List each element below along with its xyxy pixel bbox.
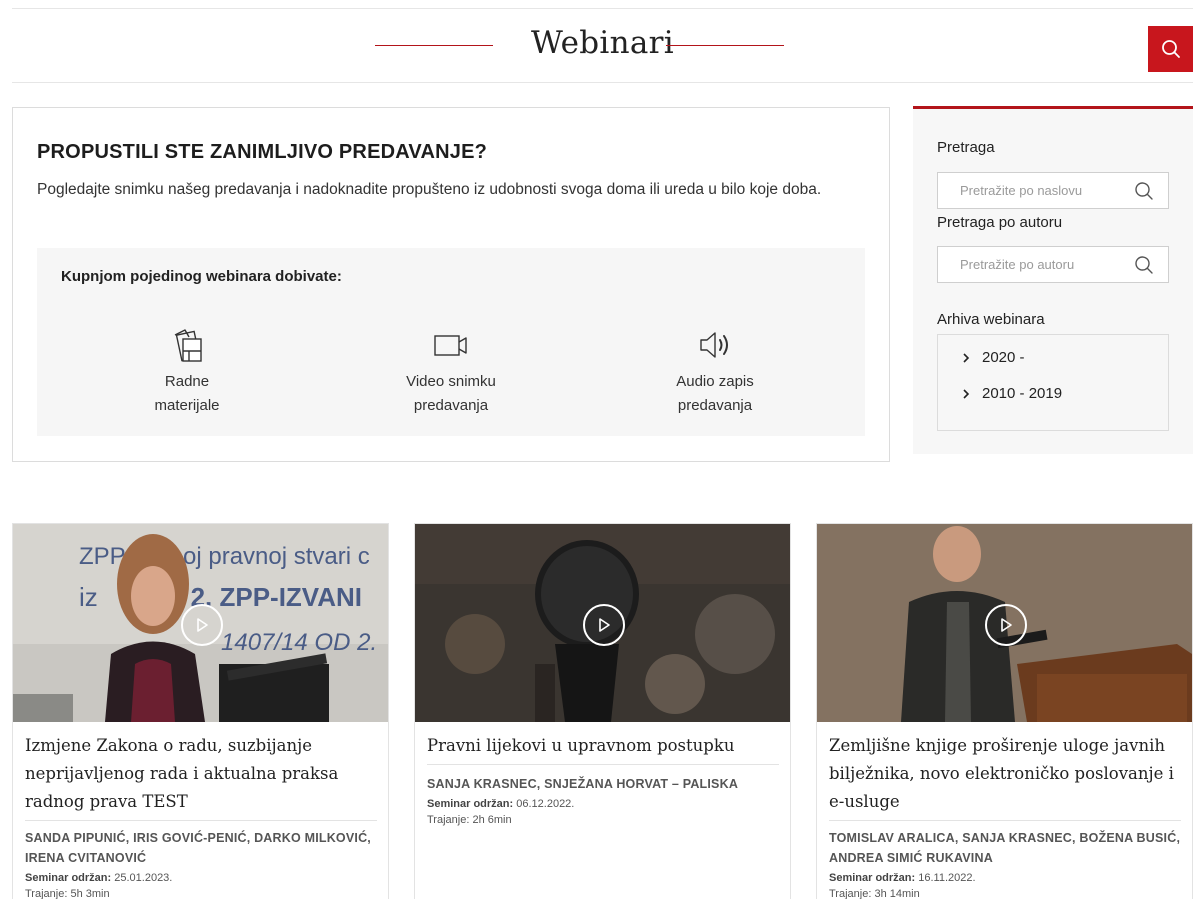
webinar-date: Seminar održan: 25.01.2023. xyxy=(25,870,172,886)
webinar-duration: Trajanje: 5h 3min xyxy=(25,888,110,899)
webinar-card[interactable]: Pravni lijekovi u upravnom postupku SANJ… xyxy=(414,523,791,899)
page-header: Webinari xyxy=(12,8,1193,83)
card-divider xyxy=(25,820,377,821)
benefits-panel: Kupnjom pojedinog webinara dobivate: Rad… xyxy=(37,248,865,436)
play-button[interactable] xyxy=(583,604,625,646)
sidebar: Pretraga Pretraga po autoru Arhiva webin… xyxy=(913,106,1193,454)
benefit-video: Video snimku predavanja xyxy=(371,328,531,418)
archive-item-2020[interactable]: 2020 - xyxy=(962,349,1025,366)
slide-text: oj pravnoj stvari c xyxy=(183,543,370,570)
search-icon[interactable] xyxy=(1134,255,1154,275)
benefit-label-line2: predavanja xyxy=(413,397,489,414)
card-divider xyxy=(829,820,1181,821)
webinar-duration: Trajanje: 2h 6min xyxy=(427,814,512,826)
webinar-duration: Trajanje: 3h 14min xyxy=(829,888,920,899)
benefit-label-line1: Radne xyxy=(164,373,210,390)
slide-text: 1407/14 OD 2. xyxy=(221,629,377,656)
play-button[interactable] xyxy=(985,604,1027,646)
slide-text: iz xyxy=(79,582,98,612)
held-label: Seminar održan: xyxy=(829,872,916,884)
play-icon xyxy=(599,618,610,632)
archive-label: Arhiva webinara xyxy=(937,311,1045,328)
webinar-authors: SANDA PIPUNIĆ, IRIS GOVIĆ-PENIĆ, DARKO M… xyxy=(25,831,371,865)
promo-text: Pogledajte snimku našeg predavanja i nad… xyxy=(37,181,822,198)
author-search-box xyxy=(937,246,1169,283)
benefit-label-line1: Video snimku xyxy=(406,373,496,390)
video-camera-icon xyxy=(434,335,467,356)
held-date: 06.12.2022. xyxy=(516,798,575,810)
archive-item-label: 2010 - 2019 xyxy=(982,385,1063,402)
webinar-title[interactable]: Zemljišne knjige proširenje uloge javnih… xyxy=(829,732,1184,816)
promo-box: PROPUSTILI STE ZANIMLJIVO PREDAVANJE? Po… xyxy=(12,107,890,462)
webinar-title[interactable]: Izmjene Zakona o radu, suzbijanje neprij… xyxy=(25,732,380,816)
play-button[interactable] xyxy=(181,604,223,646)
webinar-thumbnail[interactable] xyxy=(415,524,790,722)
slide-text: ZPP xyxy=(79,543,126,570)
search-label: Pretraga xyxy=(937,139,995,156)
title-search-box xyxy=(937,172,1169,209)
page-title: Webinari xyxy=(530,25,675,61)
archive-item-2010-2019[interactable]: 2010 - 2019 xyxy=(962,385,1062,402)
webinar-title[interactable]: Pravni lijekovi u upravnom postupku xyxy=(427,732,782,760)
held-label: Seminar održan: xyxy=(427,798,514,810)
play-icon xyxy=(197,618,208,632)
speaker-icon xyxy=(700,332,728,358)
webinar-date: Seminar održan: 16.11.2022. xyxy=(829,870,976,886)
benefits-heading: Kupnjom pojedinog webinara dobivate: xyxy=(61,268,342,285)
title-search-input[interactable] xyxy=(960,183,1140,198)
webinar-date: Seminar održan: 06.12.2022. xyxy=(427,796,574,812)
held-label: Seminar održan: xyxy=(25,872,112,884)
promo-heading: PROPUSTILI STE ZANIMLJIVO PREDAVANJE? xyxy=(37,141,488,163)
webinar-thumbnail[interactable]: ZPP oj pravnoj stvari c iz st. 2. ZPP-IZ… xyxy=(13,524,388,722)
benefit-audio: Audio zapis predavanja xyxy=(635,328,795,418)
webinar-card[interactable]: Zemljišne knjige proširenje uloge javnih… xyxy=(816,523,1193,899)
card-divider xyxy=(427,764,779,765)
webinar-thumbnail[interactable] xyxy=(817,524,1192,722)
documents-icon xyxy=(174,329,202,362)
search-icon xyxy=(1162,40,1180,58)
benefit-label-line1: Audio zapis xyxy=(676,373,754,390)
held-date: 25.01.2023. xyxy=(114,872,173,884)
header-search-button[interactable] xyxy=(1148,26,1193,72)
held-date: 16.11.2022. xyxy=(918,872,976,884)
archive-item-label: 2020 - xyxy=(982,349,1025,366)
benefit-work-materials: Radne materijale xyxy=(107,328,267,418)
benefit-label-line2: materijale xyxy=(154,397,220,414)
archive-list: 2020 - 2010 - 2019 xyxy=(937,334,1169,431)
search-icon[interactable] xyxy=(1134,181,1154,201)
webinar-authors: TOMISLAV ARALICA, SANJA KRASNEC, BOŽENA … xyxy=(829,831,1181,865)
benefit-label-line2: predavanja xyxy=(677,397,753,414)
title-decoration-right xyxy=(666,45,784,46)
webinar-card[interactable]: ZPP oj pravnoj stvari c iz st. 2. ZPP-IZ… xyxy=(12,523,389,899)
chevron-right-icon xyxy=(963,388,970,399)
play-icon xyxy=(1001,618,1012,632)
author-search-input[interactable] xyxy=(960,257,1140,272)
webinar-authors: SANJA KRASNEC, SNJEŽANA HORVAT – PALISKA xyxy=(427,777,739,791)
author-search-label: Pretraga po autoru xyxy=(937,214,1063,231)
chevron-right-icon xyxy=(963,352,970,363)
